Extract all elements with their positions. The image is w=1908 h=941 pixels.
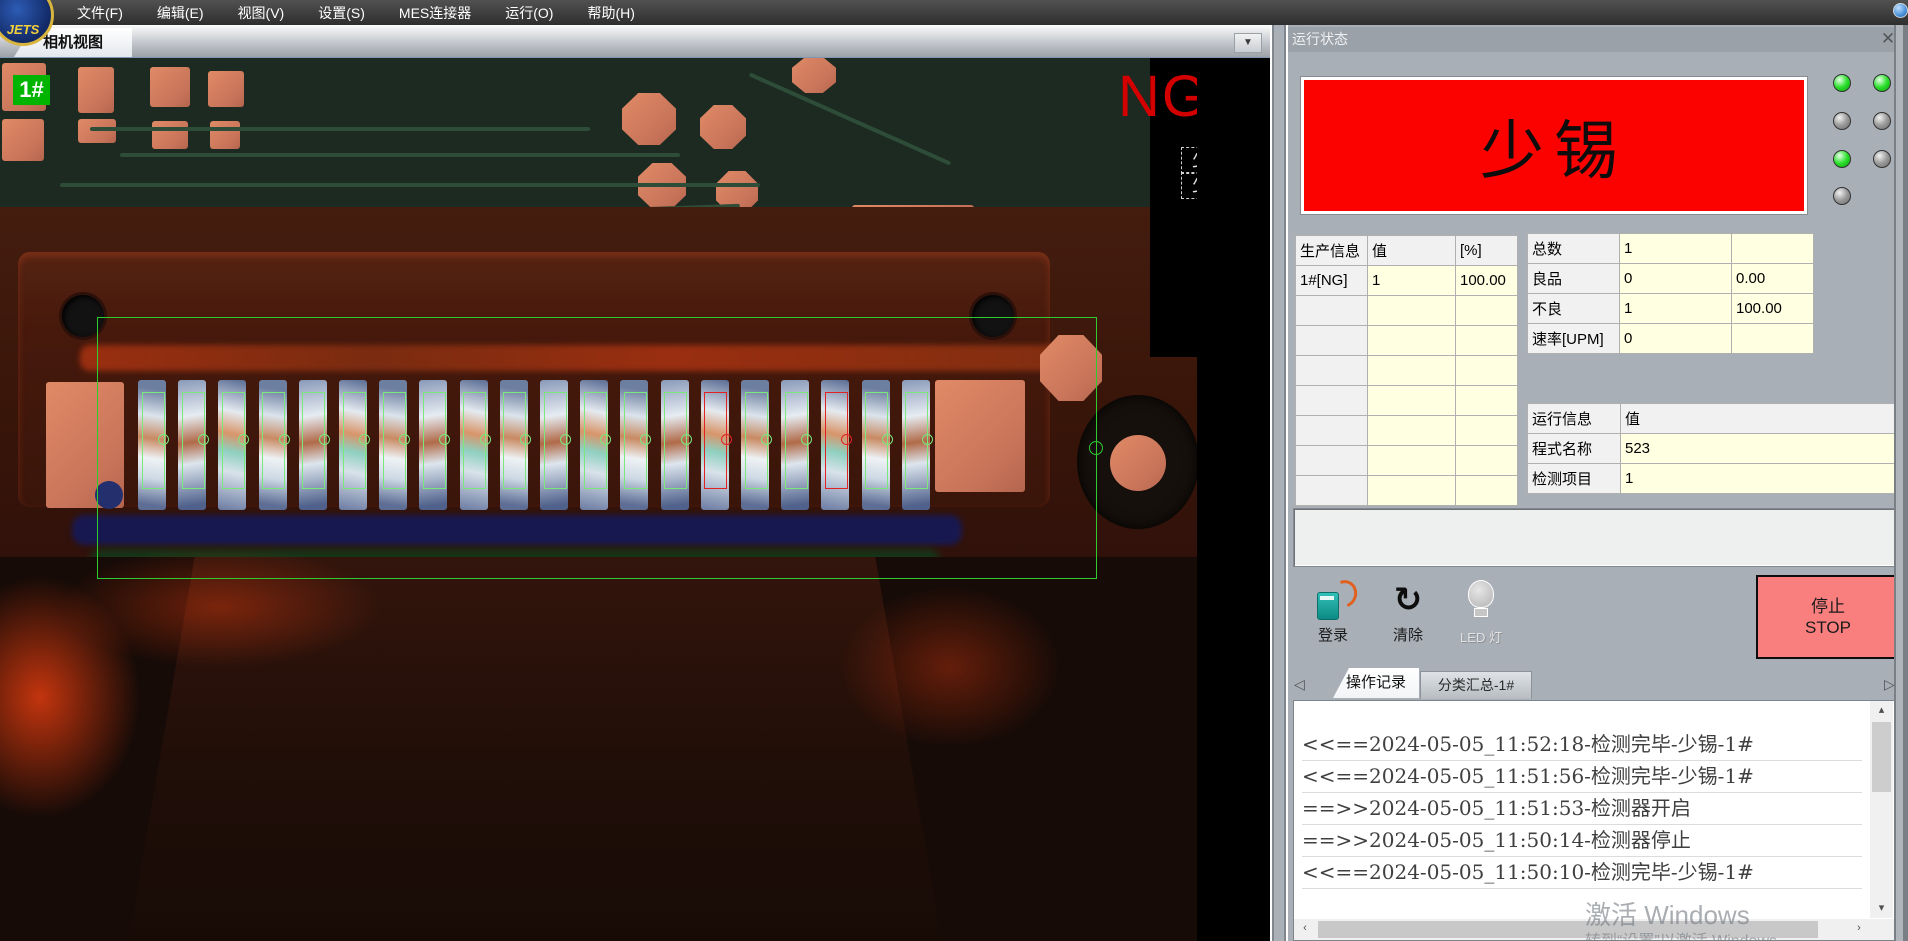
column-header: [%] — [1456, 236, 1518, 266]
scrollbar-thumb[interactable] — [1872, 722, 1891, 792]
scrollbar-corner — [1870, 919, 1894, 940]
scroll-up-icon[interactable]: ▴ — [1870, 701, 1893, 720]
log-entry: <<==2024-05-05_11:50:10-检测完毕-少锡-1# — [1302, 857, 1862, 889]
column-header: 运行信息 — [1528, 404, 1621, 434]
table-row — [1296, 326, 1518, 356]
column-header: 值 — [1621, 404, 1895, 434]
table-row — [1296, 296, 1518, 326]
log-entry: <<==2024-05-05_11:51:56-检测完毕-少锡-1# — [1302, 761, 1862, 793]
camera-tabstrip: 相机视图 ▼ — [0, 25, 1270, 58]
id-badge-icon — [1315, 582, 1353, 620]
table-row — [1296, 476, 1518, 506]
status-led-on — [1873, 74, 1891, 92]
system-tray-icon[interactable] — [1893, 3, 1908, 18]
clear-button[interactable]: ↻ 清除 — [1382, 582, 1434, 645]
login-button[interactable]: 登录 — [1307, 582, 1359, 645]
splitter[interactable] — [1270, 25, 1288, 941]
table-row: 检测项目 1 — [1528, 464, 1895, 494]
status-led-on — [1833, 74, 1851, 92]
menu-item[interactable]: 运行(O) — [488, 3, 570, 23]
vertical-scrollbar[interactable]: ▴ ▾ — [1870, 701, 1893, 918]
table-row: 总数 1 — [1528, 234, 1814, 264]
table-row — [1296, 416, 1518, 446]
menu-bar: 文件(F)编辑(E)视图(V)设置(S)MES连接器运行(O)帮助(H) — [0, 0, 1908, 25]
menu-item[interactable]: 编辑(E) — [140, 3, 221, 23]
column-header: 生产信息 — [1296, 236, 1368, 266]
table-row: 程式名称 523 — [1528, 434, 1895, 464]
menu-item[interactable]: MES连接器 — [382, 3, 488, 23]
refresh-icon: ↻ — [1382, 582, 1434, 618]
table-row — [1296, 386, 1518, 416]
scroll-down-icon[interactable]: ▾ — [1870, 899, 1893, 918]
inspection-result-text: NG — [1118, 63, 1197, 130]
defect-tag: 少锡 — [1181, 172, 1197, 199]
table-row: 速率[UPM] 0 — [1528, 324, 1814, 354]
tabstrip-dropdown-button[interactable]: ▼ — [1234, 33, 1262, 53]
scroll-right-icon[interactable]: › — [1848, 919, 1870, 938]
menu-item[interactable]: 帮助(H) — [570, 3, 651, 23]
defect-tag: 少锡 — [1181, 147, 1197, 174]
horizontal-scrollbar[interactable]: ‹ › — [1294, 919, 1870, 940]
pcb-photo: 1# NG 少锡 少锡 — [0, 57, 1197, 941]
status-led-off — [1873, 150, 1891, 168]
light-bulb-icon — [1468, 580, 1494, 617]
table-row: 1#[NG] 1 100.00 — [1296, 266, 1518, 296]
log-entry: ==>>2024-05-05_11:51:53-检测器开启 — [1302, 793, 1862, 825]
status-led-off — [1873, 112, 1891, 130]
menu-item[interactable]: 视图(V) — [221, 3, 302, 23]
led-light-button[interactable]: LED 灯 — [1452, 580, 1510, 646]
production-table: 生产信息 值 [%] 1#[NG] 1 100.00 — [1295, 235, 1518, 506]
status-led-off — [1833, 112, 1851, 130]
menu-item[interactable]: 文件(F) — [60, 3, 140, 23]
app-window: 文件(F)编辑(E)视图(V)设置(S)MES连接器运行(O)帮助(H) JET… — [0, 0, 1908, 941]
camera-view[interactable]: 1# NG 少锡 少锡 — [0, 57, 1270, 941]
run-info-table: 运行信息 值 程式名称 523 检测项目 1 — [1527, 403, 1895, 494]
table-row: 良品 0 0.00 — [1528, 264, 1814, 294]
summary-table: 总数 1 良品 0 0.00 不良 1 100.00 速率[UPM] 0 — [1527, 233, 1814, 354]
windows-activation-watermark: 转到“设置”以激活 Windows — [1585, 927, 1777, 941]
result-banner: 少锡 — [1300, 76, 1808, 215]
tab-class-summary[interactable]: 分类汇总-1# — [1420, 671, 1532, 699]
table-row — [1296, 356, 1518, 386]
scroll-left-icon[interactable]: ‹ — [1294, 919, 1316, 938]
panel-titlebar: 运行状态 — [1284, 27, 1894, 52]
menu-item[interactable]: 设置(S) — [301, 3, 382, 23]
roi-anchor-marker — [1089, 441, 1103, 455]
log-entry: ==>>2024-05-05_11:50:14-检测器停止 — [1302, 825, 1862, 857]
log-entry: <<==2024-05-05_11:52:18-检测完毕-少锡-1# — [1302, 729, 1862, 761]
status-led-off — [1833, 187, 1851, 205]
window-right-edge — [1894, 25, 1908, 941]
log-list: <<==2024-05-05_11:52:18-检测完毕-少锡-1#<<==20… — [1302, 729, 1862, 889]
column-header: 值 — [1368, 236, 1456, 266]
table-row — [1296, 446, 1518, 476]
menu-items: 文件(F)编辑(E)视图(V)设置(S)MES连接器运行(O)帮助(H) — [60, 3, 652, 23]
tab-scroll-left-icon[interactable]: ◁ — [1294, 676, 1305, 693]
table-row: 不良 1 100.00 — [1528, 294, 1814, 324]
message-box — [1293, 508, 1896, 567]
roi-outer-rect — [97, 317, 1097, 579]
status-led-on — [1833, 150, 1851, 168]
stop-button[interactable]: 停止 STOP — [1756, 575, 1900, 659]
station-label: 1# — [13, 75, 50, 105]
